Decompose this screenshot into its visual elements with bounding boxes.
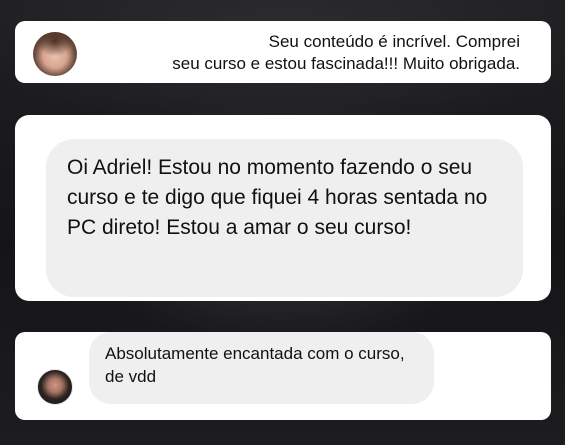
avatar-hair [33,32,77,76]
testimonial-card-3: Absolutamente encantada com o curso, de … [15,332,551,420]
message-bubble: Oi Adriel! Estou no momento fazendo o se… [46,139,523,297]
message-text: Absolutamente encantada com o curso, de … [105,344,405,386]
testimonial-card-1: Seu conteúdo é incrível. Comprei seu cur… [15,21,551,83]
message-bubble: Absolutamente encantada com o curso, de … [89,332,434,404]
message-text: Seu conteúdo é incrível. Comprei seu cur… [172,32,520,73]
message-text: Oi Adriel! Estou no momento fazendo o se… [67,156,488,239]
avatar [33,32,77,76]
testimonial-card-2: Oi Adriel! Estou no momento fazendo o se… [15,115,551,301]
avatar [37,369,73,405]
